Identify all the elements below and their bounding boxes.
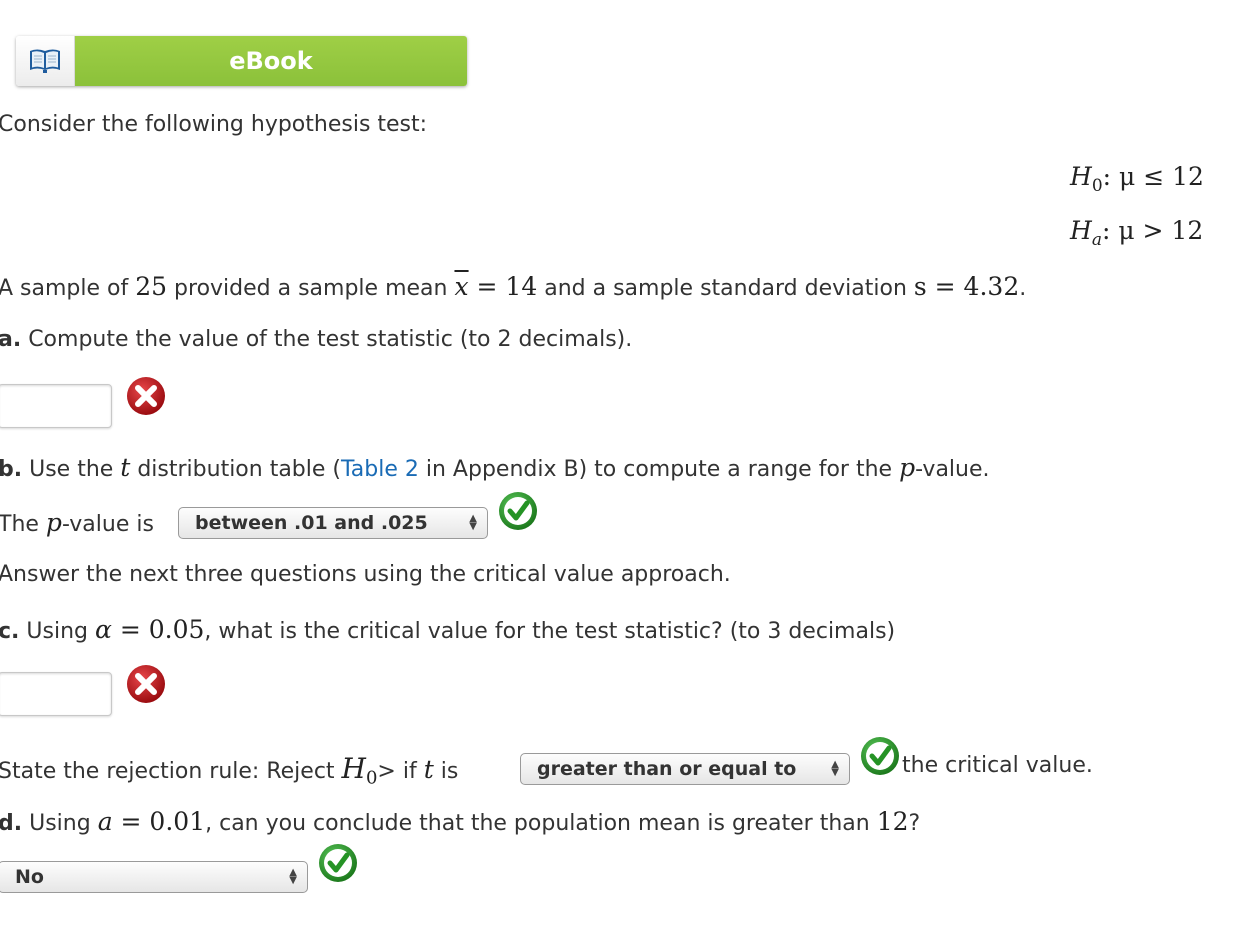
test-statistic-input[interactable] <box>0 384 112 428</box>
conclusion-selected: No <box>15 866 44 888</box>
part-d-question: d. Using a = 0.01, can you conclude that… <box>0 807 920 836</box>
part-a-label: a. <box>0 327 22 352</box>
rejection-rule-selected: greater than or equal to <box>537 758 797 780</box>
ha-subscript: a <box>1091 230 1102 250</box>
text: State the rejection rule: Reject <box>0 759 342 784</box>
h0-symbol: H <box>1070 162 1092 191</box>
text: is <box>433 759 459 784</box>
text: A sample of <box>0 276 136 301</box>
open-book-icon <box>30 49 60 73</box>
part-b-question: b. Use the t distribution table (Table 2… <box>0 453 990 482</box>
text: ? <box>908 811 921 836</box>
p-symbol: p <box>45 508 62 537</box>
h0-relation: : μ ≤ 12 <box>1102 162 1204 191</box>
part-b-label: b. <box>0 457 23 482</box>
part-a-text: Compute the value of the test statistic … <box>21 327 633 352</box>
text: Using <box>22 811 98 836</box>
part-d-label: d. <box>0 811 23 836</box>
h0-subscript: 0 <box>365 767 378 789</box>
sample-size: 25 <box>135 272 168 301</box>
select-arrows-icon: ▲ ▼ <box>289 867 297 886</box>
text: distribution table ( <box>130 457 341 482</box>
sample-std-value: s = 4.32 <box>913 272 1020 301</box>
correct-icon <box>319 844 357 882</box>
p-value-select[interactable]: between .01 and .025 ▲ ▼ <box>178 507 488 539</box>
ha-relation: : μ > 12 <box>1101 216 1204 245</box>
text: , what is the critical value for the tes… <box>204 619 896 644</box>
correct-icon <box>499 492 537 530</box>
hypothesized-mean: 12 <box>876 807 909 836</box>
text: -value. <box>915 457 990 482</box>
sample-mean-value: = 14 <box>468 272 538 301</box>
critical-value-input[interactable] <box>0 672 112 716</box>
p-symbol: p <box>899 453 916 482</box>
alternative-hypothesis: Ha: μ > 12 <box>1070 216 1203 250</box>
text: and a sample standard deviation <box>537 276 914 301</box>
rejection-rule-text: State the rejection rule: Reject H0> if … <box>0 752 458 788</box>
sample-description: A sample of 25 provided a sample mean x … <box>0 272 1026 301</box>
incorrect-icon <box>127 377 165 415</box>
t-symbol: t <box>423 755 434 784</box>
select-arrows-icon: ▲ ▼ <box>831 759 839 778</box>
p-value-selected: between .01 and .025 <box>195 512 428 534</box>
text: Using <box>19 619 95 644</box>
h0-subscript: 0 <box>1091 176 1103 196</box>
conclusion-select[interactable]: No ▲ ▼ <box>0 861 308 893</box>
incorrect-icon <box>127 665 165 703</box>
text: , can you conclude that the population m… <box>205 811 877 836</box>
p-value-answer-label: The p-value is <box>0 508 154 537</box>
text: The <box>0 512 46 537</box>
h0-symbol: H <box>341 752 366 785</box>
text: -value is <box>61 512 154 537</box>
correct-icon <box>861 737 899 775</box>
rejection-rule-suffix: the critical value. <box>902 753 1093 778</box>
part-c-question: c. Using α = 0.05, what is the critical … <box>0 615 895 644</box>
critical-value-intro: Answer the next three questions using th… <box>0 562 731 587</box>
ha-symbol: H <box>1070 216 1092 245</box>
alpha-value: = 0.05 <box>111 615 205 644</box>
text: in Appendix B) to compute a range for th… <box>418 457 900 482</box>
null-hypothesis: H0: μ ≤ 12 <box>1070 162 1204 196</box>
table-2-link[interactable]: Table 2 <box>341 457 419 482</box>
ebook-label: eBook <box>75 36 467 86</box>
part-a-question: a. Compute the value of the test statist… <box>0 327 632 352</box>
text: provided a sample mean <box>167 276 455 301</box>
alpha-symbol: a <box>97 807 113 836</box>
alpha-symbol: α <box>94 615 112 644</box>
text: . <box>1019 276 1027 301</box>
intro-text: Consider the following hypothesis test: <box>0 112 428 137</box>
text: > if <box>377 759 424 784</box>
xbar-symbol: x <box>454 272 469 301</box>
ebook-button[interactable]: eBook <box>16 36 467 86</box>
alpha-value: = 0.01 <box>112 807 206 836</box>
select-arrows-icon: ▲ ▼ <box>469 513 477 532</box>
part-c-label: c. <box>0 619 20 644</box>
ebook-icon-cell <box>16 36 75 86</box>
t-symbol: t <box>120 453 131 482</box>
text: Use the <box>22 457 121 482</box>
rejection-rule-select[interactable]: greater than or equal to ▲ ▼ <box>520 753 850 785</box>
